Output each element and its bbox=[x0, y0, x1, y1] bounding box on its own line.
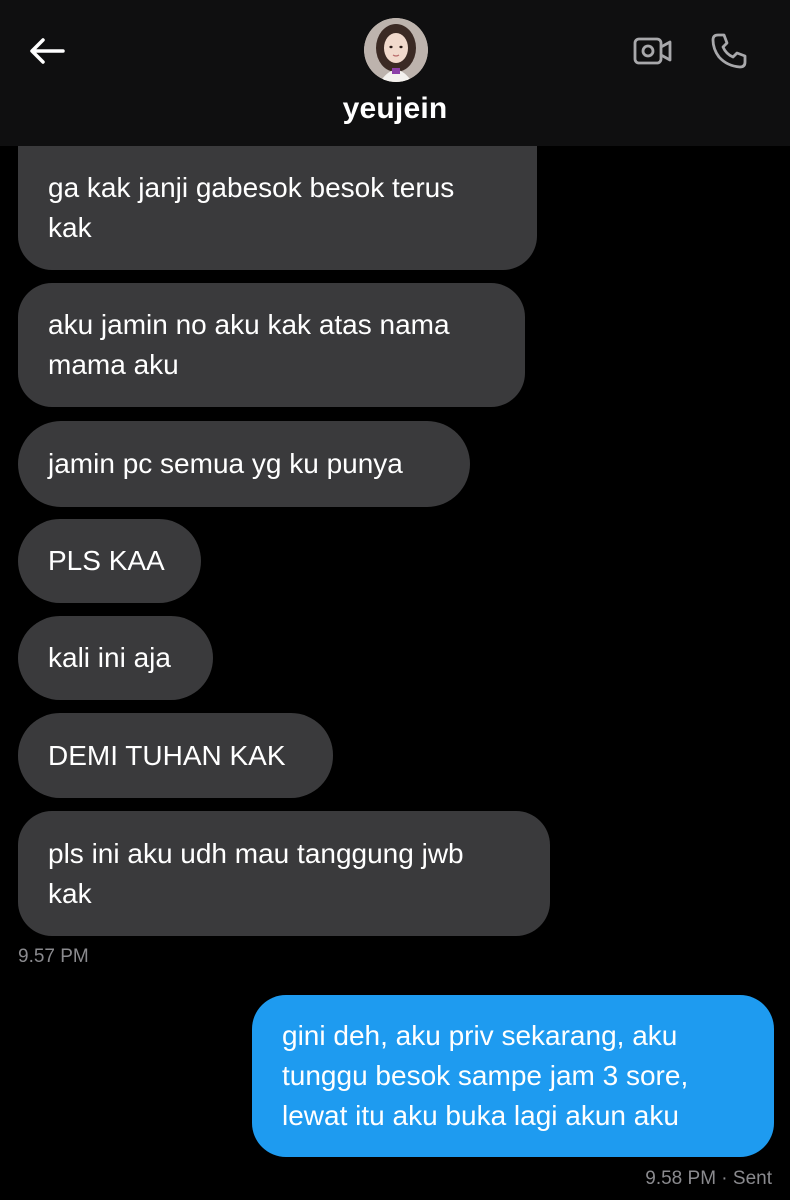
message-timestamp: 9.57 PM bbox=[18, 946, 89, 967]
incoming-message-bubble[interactable]: kali ini aja bbox=[18, 616, 213, 700]
message-text: ga kak janji gabesok besok terus kak bbox=[48, 172, 455, 243]
incoming-message-bubble[interactable]: aku jamin no aku kak atas nama mama aku bbox=[18, 283, 525, 407]
video-camera-icon bbox=[633, 37, 672, 65]
incoming-message-bubble[interactable]: ga kak janji gabesok besok terus kak bbox=[18, 146, 537, 270]
phone-icon bbox=[711, 33, 747, 69]
avatar-image bbox=[364, 18, 428, 82]
message-text: gini deh, aku priv sekarang, aku tunggu … bbox=[282, 1020, 689, 1131]
arrow-left-icon bbox=[30, 38, 65, 64]
incoming-message-bubble[interactable]: PLS KAA bbox=[18, 519, 201, 603]
voice-call-button[interactable] bbox=[706, 28, 752, 74]
chat-header: yeujein bbox=[0, 0, 790, 146]
back-button[interactable] bbox=[26, 30, 68, 72]
video-call-button[interactable] bbox=[630, 30, 676, 72]
chat-title[interactable]: yeujein bbox=[0, 92, 790, 126]
sent-status: 9.58 PM · Sent bbox=[645, 1168, 772, 1189]
message-text: PLS KAA bbox=[48, 545, 165, 576]
incoming-message-bubble[interactable]: jamin pc semua yg ku punya bbox=[18, 421, 470, 507]
outgoing-message-bubble[interactable]: gini deh, aku priv sekarang, aku tunggu … bbox=[252, 995, 774, 1157]
message-text: aku jamin no aku kak atas nama mama aku bbox=[48, 309, 450, 380]
avatar[interactable] bbox=[364, 18, 428, 82]
incoming-message-bubble[interactable]: DEMI TUHAN KAK bbox=[18, 713, 333, 798]
message-text: jamin pc semua yg ku punya bbox=[48, 448, 403, 479]
message-text: DEMI TUHAN KAK bbox=[48, 739, 286, 771]
incoming-message-bubble[interactable]: pls ini aku udh mau tanggung jwb kak bbox=[18, 811, 550, 936]
message-text: kali ini aja bbox=[48, 642, 171, 673]
message-text: pls ini aku udh mau tanggung jwb kak bbox=[48, 837, 464, 909]
